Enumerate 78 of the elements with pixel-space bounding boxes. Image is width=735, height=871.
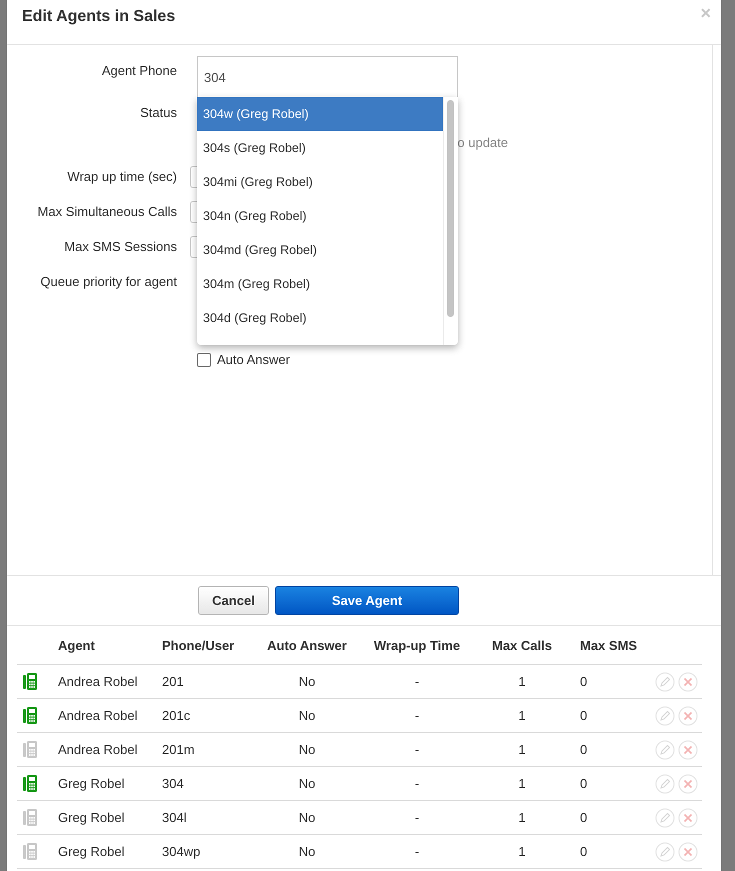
edit-icon[interactable] [655,740,675,760]
table-cell: 1 [518,810,526,825]
table-cell: 201 [162,674,184,689]
table-cell: Greg Robel [58,776,124,791]
table-cell: Andrea Robel [58,708,138,723]
delete-icon[interactable] [678,842,698,862]
delete-icon[interactable] [678,672,698,692]
suggestion-item[interactable]: 304md (Greg Robel) [197,233,443,267]
input-field[interactable] [190,236,197,258]
table-cell: 0 [580,776,588,791]
table-cell: No [298,810,316,825]
table-cell: - [414,742,420,757]
suggestion-item[interactable]: 304mi (Greg Robel) [197,165,443,199]
table-cell: 1 [518,674,526,689]
table-cell: 304 [162,776,184,791]
edit-icon[interactable] [655,706,675,726]
field-label: Agent Phone [100,62,177,78]
status-hint: o update [457,135,508,150]
table-cell: 1 [518,844,526,859]
table-cell: 201c [162,708,190,723]
dialog-title: Edit Agents in Sales [22,8,176,26]
table-cell: - [414,844,420,859]
table-cell: Andrea Robel [58,742,138,757]
edit-icon[interactable] [655,672,675,692]
column-header: Auto Answer [252,638,362,664]
table-cell: - [414,810,420,825]
table-cell: 0 [580,674,588,689]
input-field[interactable] [190,201,197,223]
delete-icon[interactable] [678,774,698,794]
table-cell: - [414,708,420,723]
table-cell: 304l [162,810,187,825]
delete-icon[interactable] [678,740,698,760]
table-cell: 0 [580,810,588,825]
column-header: Phone/User [162,638,252,664]
checkbox-label: Auto Answer [217,352,290,367]
column-header: Max SMS [572,638,640,664]
suggestion-item[interactable]: 304n (Greg Robel) [197,199,443,233]
table-cell: - [414,674,420,689]
input-field[interactable] [190,166,197,188]
field-label: Max Simultaneous Calls [36,204,177,219]
suggestion-item[interactable]: 304d (Greg Robel) [197,301,443,335]
table-cell: 0 [580,844,588,859]
field-label: Status [139,105,177,120]
field-label: Wrap up time (sec) [66,169,177,184]
table-cell: No [298,844,316,859]
edit-icon[interactable] [655,808,675,828]
scrollbar-thumb[interactable] [447,100,454,317]
table-cell: 1 [518,776,526,791]
column-header: Agent [58,638,162,664]
column-header: Max Calls [472,638,572,664]
table-cell: 304wp [162,844,200,859]
table-cell: 0 [580,708,588,723]
delete-icon[interactable] [678,706,698,726]
cancel-button[interactable]: Cancel [198,586,269,615]
table-cell: - [414,776,420,791]
delete-icon[interactable] [678,808,698,828]
table-cell: 201m [162,742,195,757]
suggestion-item[interactable]: 304s (Greg Robel) [197,131,443,165]
table-cell: 0 [580,742,588,757]
save-agent-button[interactable]: Save Agent [275,586,459,615]
table-cell: No [298,708,316,723]
table-cell: 1 [518,708,526,723]
auto-answer-checkbox[interactable] [197,352,211,366]
table-cell: Andrea Robel [58,674,138,689]
table-cell: Greg Robel [58,810,124,825]
field-label: Max SMS Sessions [63,239,177,254]
edit-icon[interactable] [655,842,675,862]
edit-icon[interactable] [655,774,675,794]
agent-phone-field[interactable]: 304 [197,56,458,98]
table-cell: No [298,742,316,757]
field-label: Queue priority for agent [39,274,177,289]
table-cell: No [298,776,316,791]
suggestion-item[interactable]: 304m (Greg Robel) [197,267,443,301]
column-header: Wrap-up Time [362,638,472,664]
table-cell: 1 [518,742,526,757]
table-cell: Greg Robel [58,844,124,859]
table-cell: No [298,674,316,689]
suggestion-item[interactable]: 304w (Greg Robel) [197,97,443,131]
